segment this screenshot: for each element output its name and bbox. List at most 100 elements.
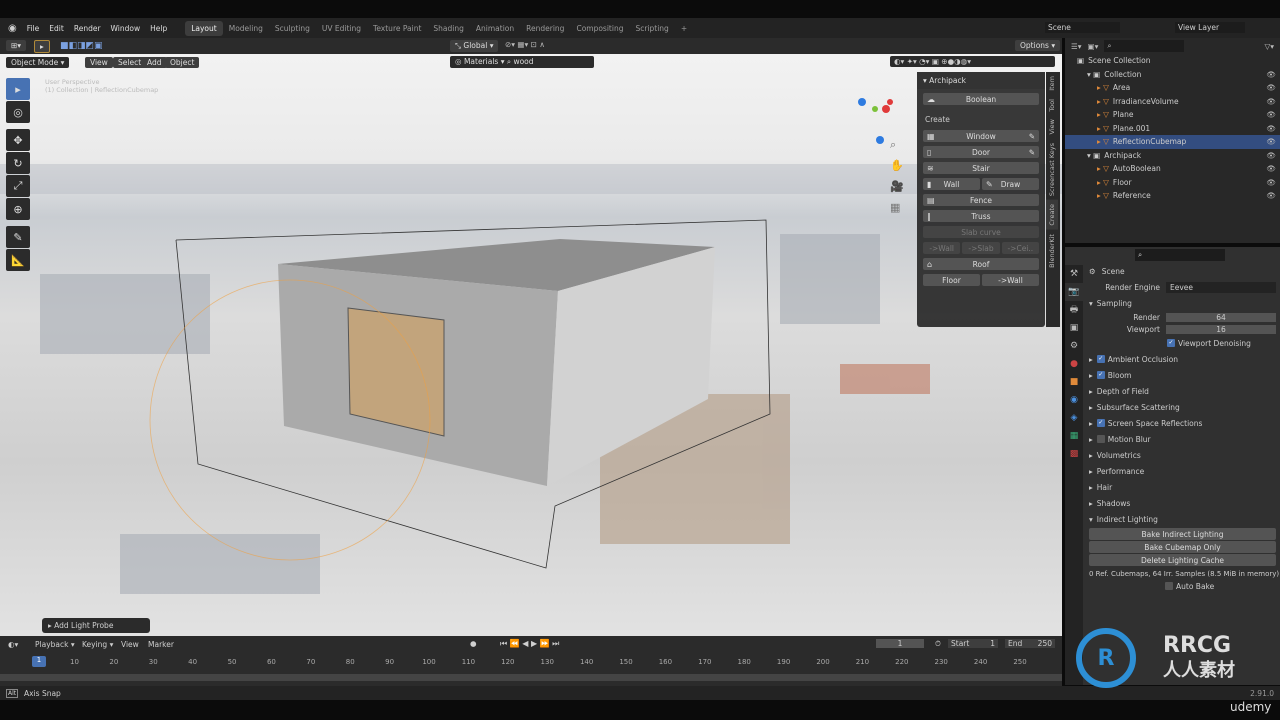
eye-icon[interactable]: 👁 xyxy=(1266,164,1276,173)
outliner-item[interactable]: ▸ ▽ Plane.001 👁 xyxy=(1065,122,1280,136)
tab-create[interactable]: Create xyxy=(1046,199,1058,230)
cursor-tool-icon[interactable]: ◎ xyxy=(6,101,30,123)
fence-button[interactable]: ▤ Fence xyxy=(923,194,1039,206)
outliner-item[interactable]: ▾ ▣ Collection 👁 xyxy=(1065,68,1280,82)
eye-icon[interactable]: 👁 xyxy=(1266,191,1276,200)
tab-item[interactable]: Item xyxy=(1046,72,1058,95)
constraints-tab-icon[interactable]: ◈ xyxy=(1065,409,1083,427)
physics-tab-icon[interactable]: ◉ xyxy=(1065,391,1083,409)
tab-blenderkit[interactable]: BlenderKit xyxy=(1046,230,1058,272)
playhead[interactable]: 1 xyxy=(32,656,46,667)
playback-controls[interactable]: ⏮ ⏪ ◀ ▶ ⏩ ⏭ xyxy=(500,639,559,649)
blender-logo-icon[interactable]: ◉ xyxy=(8,23,17,34)
data-tab-icon[interactable]: ▦ xyxy=(1065,427,1083,445)
menu-help[interactable]: Help xyxy=(150,24,167,33)
selection-mode-icons[interactable]: ■◧◨◩▣ xyxy=(60,41,103,51)
tab-uv-editing[interactable]: UV Editing xyxy=(316,21,367,36)
property-panel-header[interactable]: ▸ Volumetrics xyxy=(1065,447,1280,463)
current-frame-field[interactable]: 1 xyxy=(876,639,924,648)
eye-icon[interactable]: 👁 xyxy=(1266,70,1276,79)
world-tab-icon[interactable]: ● xyxy=(1065,355,1083,373)
tab-view[interactable]: View xyxy=(1046,115,1058,138)
tab-layout[interactable]: Layout xyxy=(185,20,223,36)
floor-to-wall-button[interactable]: ->Wall xyxy=(982,274,1039,286)
outliner-search[interactable]: ⌕ xyxy=(1104,40,1185,52)
auto-bake-checkbox[interactable]: Auto Bake xyxy=(1065,578,1280,594)
eye-icon[interactable]: 👁 xyxy=(1266,124,1276,133)
last-operator-panel[interactable]: ▸ Add Light Probe xyxy=(42,618,150,633)
editor-type-icon[interactable]: ◐▾ xyxy=(8,640,18,649)
property-panel-header[interactable]: ▸ Hair xyxy=(1065,479,1280,495)
outliner-item[interactable]: ▸ ▽ Reference 👁 xyxy=(1065,189,1280,203)
sampling-panel-header[interactable]: ▾ Sampling xyxy=(1065,295,1280,311)
orientation-dropdown[interactable]: ⤡ Global ▾ xyxy=(450,40,499,52)
move-tool-icon[interactable]: ✥ xyxy=(6,129,30,151)
timeline-scrollbar[interactable] xyxy=(0,674,1062,681)
to-ceiling-button[interactable]: ->Cei.. xyxy=(1001,242,1039,254)
eye-icon[interactable]: 👁 xyxy=(1266,97,1276,106)
outliner-item[interactable]: ▸ ▽ Floor 👁 xyxy=(1065,176,1280,190)
tab-shading[interactable]: Shading xyxy=(427,21,469,36)
property-panel-header[interactable]: ▸ Motion Blur xyxy=(1065,431,1280,447)
gizmo-z[interactable] xyxy=(876,136,884,144)
checkbox-icon[interactable]: ✓ xyxy=(1096,419,1105,427)
scene-collection-row[interactable]: ▣ Scene Collection xyxy=(1065,54,1280,68)
bake-indirect-lighting-button[interactable]: Bake Indirect Lighting xyxy=(1089,528,1276,540)
render-engine-dropdown[interactable]: Eevee xyxy=(1166,281,1276,293)
tab-compositing[interactable]: Compositing xyxy=(570,21,629,36)
bake-cubemap-only-button[interactable]: Bake Cubemap Only xyxy=(1089,541,1276,553)
add-workspace-button[interactable]: + xyxy=(675,21,693,36)
texture-tab-icon[interactable]: ▩ xyxy=(1065,445,1083,463)
scene-tab-icon[interactable]: ⚙ xyxy=(1065,337,1083,355)
outliner-item[interactable]: ▸ ▽ Plane 👁 xyxy=(1065,108,1280,122)
outliner-item[interactable]: ▸ ▽ AutoBoolean 👁 xyxy=(1065,162,1280,176)
property-panel-header[interactable]: ▸ Depth of Field xyxy=(1065,383,1280,399)
eye-icon[interactable]: 👁 xyxy=(1266,178,1276,187)
outliner-item[interactable]: ▾ ▣ Archipack 👁 xyxy=(1065,149,1280,163)
property-panel-header[interactable]: ▸ ✓ Bloom xyxy=(1065,367,1280,383)
material-search[interactable]: ◎ Materials ▾ ⌕ wood xyxy=(450,56,594,68)
to-wall-button[interactable]: ->Wall xyxy=(923,242,961,254)
marker-menu[interactable]: Marker xyxy=(148,640,174,649)
tab-modeling[interactable]: Modeling xyxy=(223,21,269,36)
delete-lighting-cache-button[interactable]: Delete Lighting Cache xyxy=(1089,554,1276,566)
render-samples-field[interactable]: 64 xyxy=(1166,312,1276,322)
stopwatch-icon[interactable]: ⏱ xyxy=(935,639,941,649)
eye-icon[interactable]: 👁 xyxy=(1266,137,1276,146)
object-tab-icon[interactable]: ■ xyxy=(1065,373,1083,391)
pencil-icon[interactable]: ✎ xyxy=(1029,148,1035,157)
properties-search[interactable]: ⌕ xyxy=(1135,249,1225,261)
view-menu[interactable]: View xyxy=(121,640,139,649)
render-tab-icon[interactable]: 📷 xyxy=(1065,283,1083,301)
to-slab-button[interactable]: ->Slab xyxy=(962,242,1000,254)
mode-dropdown[interactable]: Object Mode ▾ xyxy=(6,57,70,68)
options-dropdown[interactable]: Options ▾ xyxy=(1015,40,1061,51)
view-layer-tab-icon[interactable]: ▣ xyxy=(1065,319,1083,337)
end-frame-field[interactable]: End 250 xyxy=(1005,639,1055,648)
slab-curve-button[interactable]: Slab curve xyxy=(923,226,1039,238)
stair-button[interactable]: ≋ Stair xyxy=(923,162,1039,174)
tab-texture-paint[interactable]: Texture Paint xyxy=(367,21,427,36)
property-panel-header[interactable]: ▸ ✓ Screen Space Reflections xyxy=(1065,415,1280,431)
playback-menu[interactable]: Playback ▾ xyxy=(35,640,75,649)
tab-screencast-keys[interactable]: Screencast Keys xyxy=(1046,139,1058,200)
display-mode-icon[interactable]: ☰▾ xyxy=(1071,42,1082,51)
search-value[interactable]: wood xyxy=(513,57,533,66)
record-button[interactable]: ● xyxy=(470,639,477,648)
tab-tool[interactable]: Tool xyxy=(1046,95,1058,116)
outliner-item[interactable]: ▸ ▽ IrradianceVolume 👁 xyxy=(1065,95,1280,109)
draw-wall-button[interactable]: ✎ Draw xyxy=(982,178,1039,190)
filter-view-icon[interactable]: ▣▾ xyxy=(1088,42,1099,51)
boolean-button[interactable]: ☁ Boolean xyxy=(923,93,1039,105)
select-box-tool-icon[interactable]: ▸ xyxy=(6,78,30,100)
select-tool-icon[interactable]: ▸ xyxy=(34,40,50,53)
tab-scripting[interactable]: Scripting xyxy=(629,21,674,36)
menu-add[interactable]: Add xyxy=(142,57,167,68)
eye-icon[interactable]: 👁 xyxy=(1266,151,1276,160)
menu-view[interactable]: View xyxy=(85,57,113,68)
window-button[interactable]: ▦ Window ✎ xyxy=(923,130,1039,142)
output-tab-icon[interactable]: 🖶 xyxy=(1065,301,1083,319)
measure-tool-icon[interactable]: 📐 xyxy=(6,249,30,271)
start-frame-field[interactable]: Start 1 xyxy=(948,639,998,648)
transform-tool-icon[interactable]: ⊕ xyxy=(6,198,30,220)
